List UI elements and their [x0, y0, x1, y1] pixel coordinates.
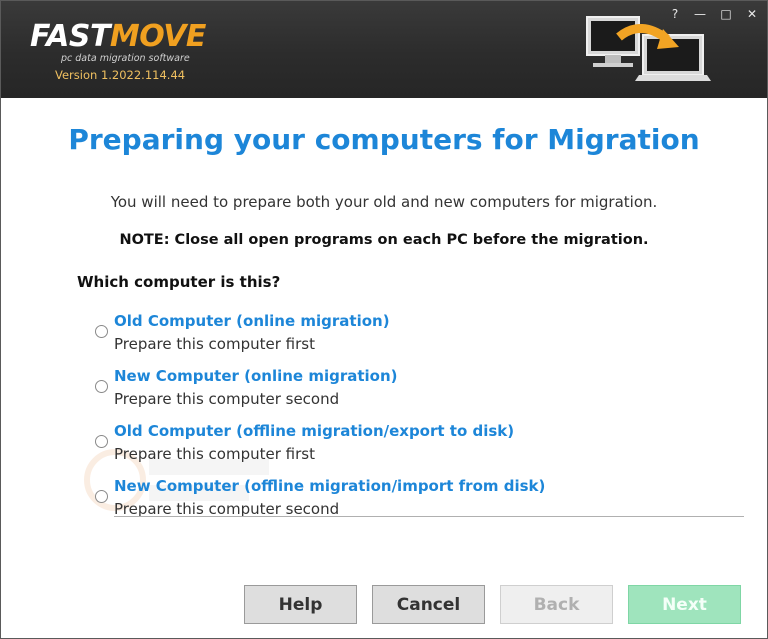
- option-subtitle: Prepare this computer first: [114, 445, 315, 463]
- page-title: Preparing your computers for Migration: [68, 123, 700, 156]
- radio-old-online[interactable]: [95, 325, 108, 338]
- intro-text: You will need to prepare both your old a…: [110, 193, 658, 211]
- version-label: Version 1.2022.114.44: [55, 68, 186, 82]
- logo-move: MOVE: [109, 19, 207, 54]
- note-text: NOTE: Close all open programs on each PC…: [119, 232, 649, 248]
- minimize-button[interactable]: —: [690, 5, 710, 23]
- option-new-online[interactable]: New Computer (online migration) Prepare …: [93, 367, 733, 419]
- option-subtitle: Prepare this computer first: [114, 335, 315, 353]
- option-old-online[interactable]: Old Computer (online migration) Prepare …: [93, 312, 733, 364]
- option-title: New Computer (online migration): [114, 367, 398, 385]
- radio-new-online[interactable]: [95, 380, 108, 393]
- options-divider: [114, 516, 744, 517]
- option-subtitle: Prepare this computer second: [114, 390, 340, 408]
- logo-fast: FAST: [30, 19, 110, 54]
- cancel-button[interactable]: Cancel: [372, 585, 485, 624]
- radio-old-offline[interactable]: [95, 435, 108, 448]
- option-title: Old Computer (online migration): [114, 312, 390, 330]
- header-banner: FASTMOVE pc data migration software Vers…: [1, 1, 767, 98]
- option-new-offline[interactable]: New Computer (offline migration/import f…: [93, 477, 733, 529]
- help-button[interactable]: Help: [244, 585, 357, 624]
- option-title: Old Computer (offline migration/export t…: [114, 422, 515, 440]
- close-button[interactable]: ✕: [742, 5, 762, 23]
- back-button[interactable]: Back: [500, 585, 613, 624]
- maximize-button[interactable]: □: [716, 5, 736, 23]
- radio-new-offline[interactable]: [95, 490, 108, 503]
- tagline: pc data migration software: [61, 53, 190, 64]
- question-heading: Which computer is this?: [77, 273, 281, 291]
- next-button[interactable]: Next: [628, 585, 741, 624]
- option-old-offline[interactable]: Old Computer (offline migration/export t…: [93, 422, 733, 474]
- app-logo: FASTMOVE: [30, 19, 206, 55]
- option-title: New Computer (offline migration/import f…: [114, 477, 546, 495]
- installer-window: FASTMOVE pc data migration software Vers…: [0, 0, 768, 639]
- help-window-button[interactable]: ?: [665, 5, 685, 23]
